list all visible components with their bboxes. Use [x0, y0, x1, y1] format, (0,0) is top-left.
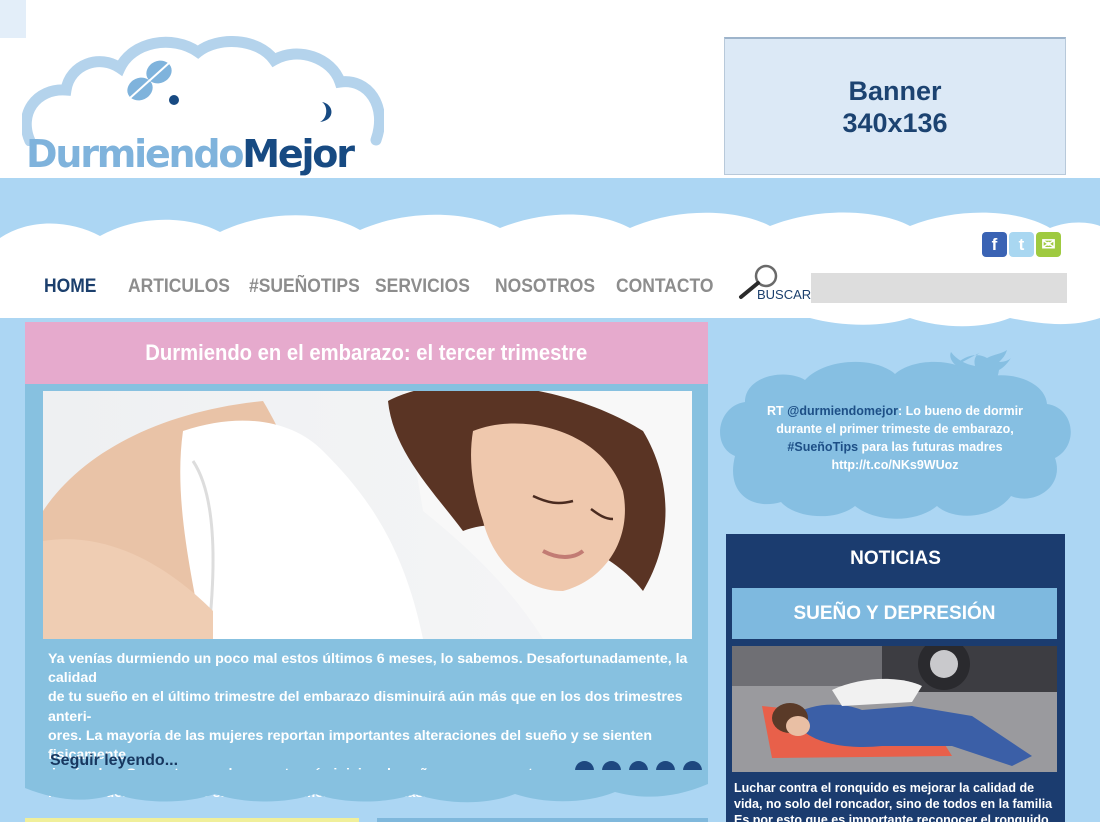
news-panel: NOTICIAS SUEÑO Y DEPRESIÓN Luchar contra…	[726, 534, 1065, 822]
panel-scallop-decoration	[25, 770, 708, 803]
logo-word-1: Durmiendo	[26, 132, 244, 176]
nav-home[interactable]: HOME	[44, 276, 96, 298]
nav-servicios[interactable]: SERVICIOS	[375, 276, 470, 298]
tweet-text-part2: para las futuras madres http://t.co/NKs9…	[831, 440, 1003, 472]
banner-line-1: Banner	[848, 75, 942, 106]
person-on-road-image	[732, 646, 1057, 772]
tweet-prefix: RT	[767, 404, 788, 418]
search-input[interactable]	[811, 273, 1067, 303]
news-subheading-bar[interactable]: SUEÑO Y DEPRESIÓN	[732, 588, 1057, 639]
logo-text: DurmiendoMejor	[26, 132, 355, 176]
social-links: f t ✉	[982, 232, 1061, 257]
search-label[interactable]: BUSCAR	[757, 287, 811, 302]
nav-articulos[interactable]: ARTICULOS	[128, 276, 230, 298]
cloud-logo-icon	[22, 36, 384, 146]
banner-line-2: 340x136	[842, 107, 948, 138]
ad-banner[interactable]: Banner 340x136	[724, 37, 1066, 175]
news-subheading: SUEÑO Y DEPRESIÓN	[793, 602, 996, 624]
next-card-stub	[377, 818, 708, 822]
sleeping-woman-image	[43, 391, 692, 639]
article-line: de tu sueño en el último trimestre del e…	[48, 689, 683, 725]
site-logo[interactable]: DurmiendoMejor	[22, 36, 384, 186]
article-line: Ya venías durmiendo un poco mal estos úl…	[48, 651, 688, 687]
news-heading: NOTICIAS	[850, 548, 941, 569]
news-photo[interactable]	[732, 646, 1057, 772]
nav-suenotips[interactable]: #SUEÑOTIPS	[249, 276, 360, 298]
email-icon[interactable]: ✉	[1036, 232, 1061, 257]
corner-decoration	[0, 0, 26, 38]
news-line: Es por esto que es importante reconocer …	[734, 813, 1049, 822]
article-photo[interactable]	[43, 391, 692, 639]
news-excerpt: Luchar contra el ronquido es mejorar la …	[734, 780, 1059, 822]
logo-word-2: Mejor	[242, 132, 355, 176]
read-more-link[interactable]: Seguir leyendo...	[50, 752, 178, 770]
facebook-icon[interactable]: f	[982, 232, 1007, 257]
nav-nosotros[interactable]: NOSOTROS	[495, 276, 595, 298]
cloud-band-decoration	[0, 212, 1100, 327]
news-line: Luchar contra el ronquido es mejorar la …	[734, 781, 1035, 795]
tweet-handle[interactable]: @durmiendomejor	[787, 404, 898, 418]
twitter-icon[interactable]: t	[1009, 232, 1034, 257]
next-card-stub	[25, 818, 359, 822]
news-line: vida, no solo del roncador, sino de todo…	[734, 797, 1053, 811]
article-title-bar: Durmiendo en el embarazo: el tercer trim…	[25, 322, 708, 384]
nav-contacto[interactable]: CONTACTO	[616, 276, 713, 298]
article-title[interactable]: Durmiendo en el embarazo: el tercer trim…	[145, 340, 587, 366]
tweet-hashtag[interactable]: #SueñoTips	[787, 440, 858, 454]
tweet-text: RT @durmiendomejor: Lo bueno de dormir d…	[760, 402, 1030, 474]
